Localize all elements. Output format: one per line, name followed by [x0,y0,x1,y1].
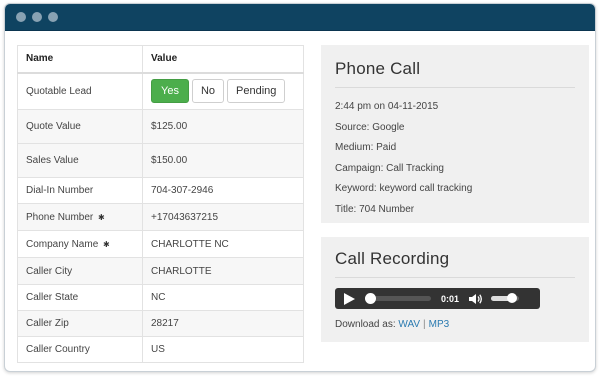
table-row: Company Name ✱ CHARLOTTE NC [17,230,304,258]
call-keyword: Keyword: keyword call tracking [335,183,473,194]
no-button[interactable]: No [191,79,225,104]
download-links: Download as: WAV | MP3 [335,319,575,330]
app-window: Name Value Quotable Lead Yes No Pending Qu… [4,3,596,372]
download-mp3-link[interactable]: MP3 [429,319,450,330]
row-label: Caller State [17,284,143,311]
row-value: $125.00 [142,109,304,144]
call-recording-title: Call Recording [335,249,575,278]
call-medium: Medium: Paid [335,142,397,153]
row-value: 704-307-2946 [142,177,304,204]
column-header-value: Value [142,45,304,73]
lead-details-table: Name Value Quotable Lead Yes No Pending Qu… [17,45,304,363]
phone-call-title: Phone Call [335,59,575,88]
table-row: Quotable Lead Yes No Pending [17,72,304,110]
column-header-name: Name [17,45,143,73]
row-value: 28217 [142,310,304,337]
playback-progress-handle[interactable] [365,293,376,304]
row-label: Phone Number ✱ [17,203,143,231]
table-header-row: Name Value [17,45,304,73]
download-wav-link[interactable]: WAV [398,319,420,330]
row-label: Dial-In Number [17,177,143,204]
table-row: Caller Country US [17,336,304,363]
table-row: Dial-In Number 704-307-2946 [17,177,304,204]
call-time: 2:44 pm on 04-11-2015 [335,101,439,112]
download-label: Download as: [335,319,396,330]
window-control-dot[interactable] [32,12,42,22]
audio-player: 0:01 [335,288,540,309]
playback-progress-bar[interactable] [365,293,431,304]
row-label: Company Name ✱ [17,230,143,258]
table-row: Phone Number ✱ +17043637215 [17,203,304,231]
window-titlebar [5,4,595,31]
volume-slider[interactable] [491,293,520,303]
row-value: US [142,336,304,363]
required-icon: ✱ [98,212,105,222]
window-control-dot[interactable] [16,12,26,22]
pending-button[interactable]: Pending [227,79,286,104]
call-title: Title: 704 Number [335,203,415,215]
table-row: Caller State NC [17,284,304,311]
table-row: Sales Value $150.00 [17,143,304,178]
phone-call-panel: Phone Call 2:44 pm on 04-11-2015 Source:… [321,45,589,223]
row-label-text: Phone Number [26,211,94,223]
play-icon[interactable] [343,292,355,305]
table-row: Quote Value $125.00 [17,109,304,144]
row-value: $150.00 [142,143,304,178]
row-label: Caller Country [17,336,143,363]
volume-icon[interactable] [469,293,483,305]
volume-handle[interactable] [507,293,518,303]
required-icon: ✱ [103,239,110,249]
quotable-lead-options: Yes No Pending [142,72,304,110]
row-value: CHARLOTTE [142,257,304,285]
yes-button[interactable]: Yes [151,79,189,104]
call-source: Source: Google [335,121,405,133]
call-campaign: Campaign: Call Tracking [335,162,444,174]
row-label: Quote Value [17,109,143,144]
row-value: +17043637215 [142,203,304,231]
table-row: Caller Zip 28217 [17,310,304,337]
call-recording-panel: Call Recording 0:01 Download as: WAV | MP [321,237,589,342]
row-label: Sales Value [17,143,143,178]
row-label: Caller Zip [17,310,143,337]
link-separator: | [423,319,426,330]
row-label: Quotable Lead [17,72,143,110]
table-row: Caller City CHARLOTTE [17,257,304,285]
row-value: CHARLOTTE NC [142,230,304,258]
row-label-text: Company Name [26,238,99,250]
playback-time: 0:01 [441,293,460,304]
window-control-dot[interactable] [48,12,58,22]
row-label: Caller City [17,257,143,285]
row-value: NC [142,284,304,311]
